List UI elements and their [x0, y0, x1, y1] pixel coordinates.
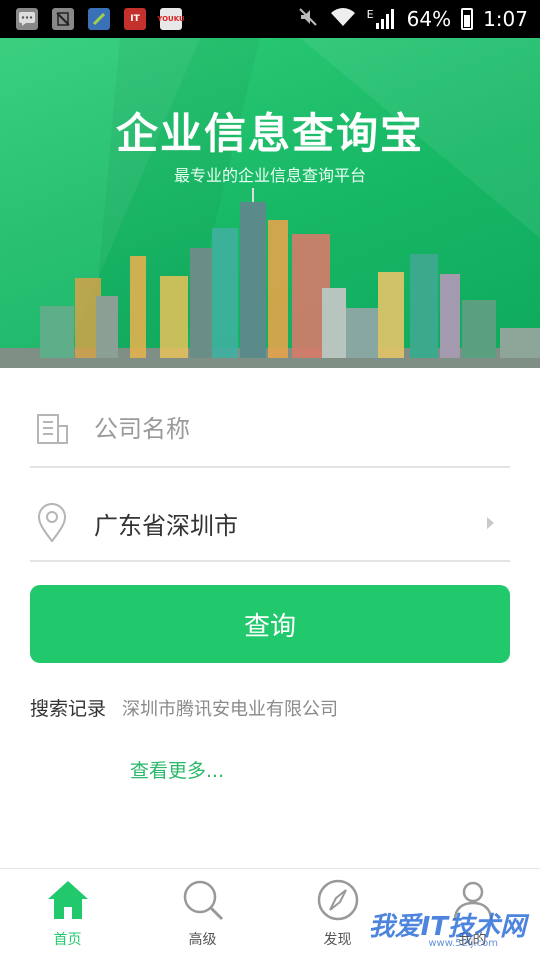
search-form: 广东省深圳市 [30, 392, 510, 562]
company-field [30, 392, 510, 468]
search-history: 搜索记录 深圳市腾讯安电业有限公司 [30, 694, 338, 721]
compass-icon [315, 877, 361, 923]
hero-banner: 企业信息查询宝 最专业的企业信息查询平台 [0, 38, 540, 368]
message-icon [16, 8, 38, 30]
view-more-link[interactable]: 查看更多... [130, 756, 224, 783]
clock: 1:07 [483, 7, 528, 31]
search-icon [180, 877, 226, 923]
app-subtitle: 最专业的企业信息查询平台 [173, 166, 366, 185]
notification-icons: IT YOUKU [16, 8, 185, 30]
battery-percent: 64% [406, 7, 452, 31]
region-field[interactable]: 广东省深圳市 [30, 486, 510, 562]
app-icon [88, 8, 110, 30]
city-skyline-illustration [0, 188, 540, 368]
query-button[interactable]: 查询 [30, 585, 510, 663]
building-icon [30, 407, 74, 451]
history-label: 搜索记录 [30, 698, 107, 720]
chevron-right-icon [487, 517, 494, 529]
signal-icon: E [367, 8, 397, 30]
tab-advanced-label: 高级 [188, 932, 217, 948]
history-item[interactable]: 深圳市腾讯安电业有限公司 [122, 695, 338, 721]
youku-label: YOUKU [157, 15, 185, 23]
app-title: 企业信息查询宝 [115, 109, 424, 158]
battery-icon [461, 8, 474, 30]
tab-home-label: 首页 [53, 932, 82, 948]
tab-home[interactable]: 首页 [0, 869, 135, 960]
network-type: E [366, 8, 374, 21]
watermark-url: www.52ij.com [428, 938, 498, 949]
status-bar: IT YOUKU E 64% 1:07 [0, 0, 540, 38]
tab-advanced[interactable]: 高级 [135, 869, 270, 960]
ithome-icon: IT [124, 8, 146, 30]
sim-icon [52, 8, 74, 30]
ithome-label: IT [130, 14, 140, 24]
tab-discover-label: 发现 [323, 932, 352, 948]
company-name-input[interactable] [94, 415, 510, 443]
youku-icon: YOUKU [157, 8, 185, 30]
home-icon [45, 877, 91, 923]
region-value: 广东省深圳市 [94, 511, 238, 540]
wifi-icon [329, 6, 357, 33]
location-pin-icon [30, 501, 74, 545]
system-status: E 64% 1:07 [297, 6, 528, 33]
mute-icon [297, 6, 319, 33]
